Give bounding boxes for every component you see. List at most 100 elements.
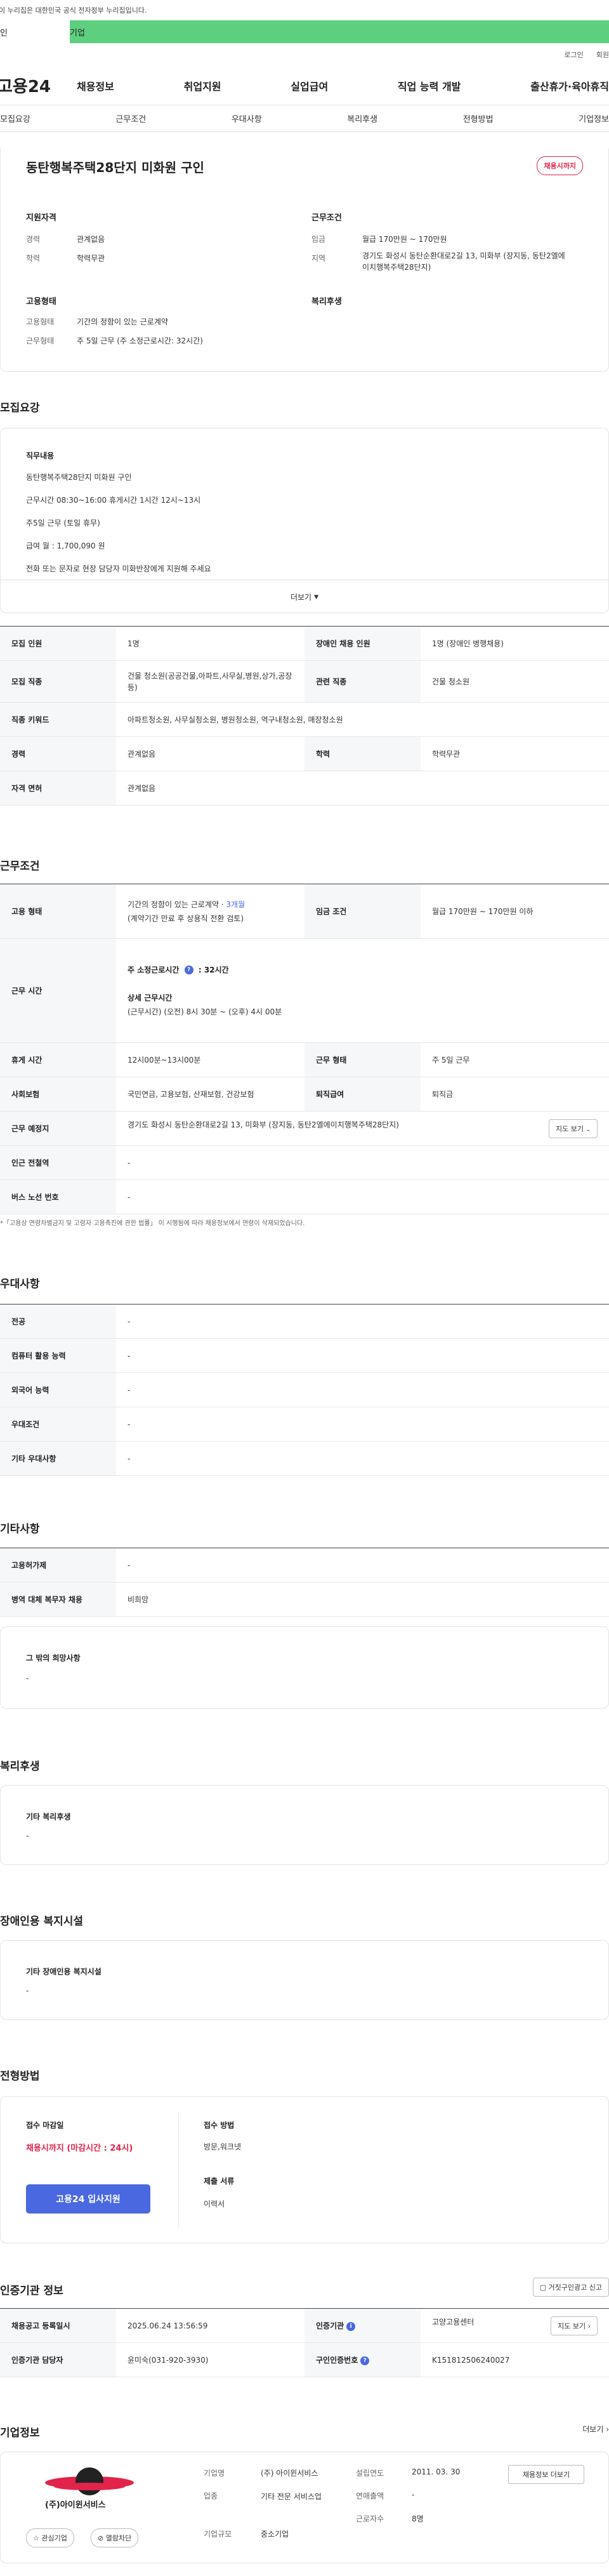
table-row: 외국어 능력 - — [0, 1372, 609, 1407]
etc-section-title: 기타사항 — [0, 1523, 40, 1536]
worktype-value: 주 5일 근무 (주 소정근로시간: 32시간) — [77, 336, 203, 345]
deadline-badge: 채용시까지 — [537, 156, 583, 175]
org-map-label: 지도 보기 — [558, 2321, 586, 2330]
tab-conditions[interactable]: 근무조건 — [115, 112, 146, 124]
table-header: 근무 형태 — [304, 1042, 421, 1077]
site-logo[interactable]: 고용24 — [0, 74, 77, 97]
gnb-item-employment-support[interactable]: 취업지원 — [184, 78, 221, 93]
duty-title: 직무내용 — [26, 451, 55, 460]
gov-banner-text: 이 누리집은 대한민국 공식 전자정부 누리집입니다. — [0, 6, 147, 15]
table-row: 모집 직종 건물 청소원(공공건물,아파트,사무실,병원,상가,공장 등) 관련… — [0, 660, 609, 703]
deadline-value: 채용시까지 (마감시간 : 24시) — [26, 2144, 133, 2153]
map-button[interactable]: 지도 보기 ⌄ — [548, 1119, 598, 1138]
service-tab-personal[interactable]: 인 — [0, 20, 70, 43]
method-title: 접수 방법 — [204, 2121, 235, 2130]
hours-detail: (근무시간) (오전) 8시 30분 ~ (오후) 4시 00분 — [128, 1007, 282, 1016]
qualification-title: 지원자격 — [26, 213, 56, 223]
table-cell: 주 소정근로시간 ? : 32시간 상세 근무시간 (근무시간) (오전) 8시… — [116, 938, 609, 1043]
etc-table: 고용허가제 - 병역 대체 복무자 채용 비희망 — [0, 1548, 609, 1617]
table-header: 병역 대체 복무자 채용 — [0, 1582, 116, 1617]
disability-box-value: - — [26, 1986, 29, 1995]
gnb-item-parental-leave[interactable]: 출산휴가·육아휴직 — [530, 78, 609, 93]
table-header: 사회보험 — [0, 1077, 116, 1112]
map-button-label: 지도 보기 — [555, 1124, 584, 1133]
table-cell: 주 5일 근무 — [421, 1042, 609, 1077]
table-header: 퇴직급여 — [304, 1077, 421, 1112]
service-switch-bar: 인 기업 — [0, 20, 609, 43]
welfare-summary-title: 복리후생 — [311, 297, 342, 307]
wage-label: 임금 — [311, 235, 326, 244]
table-cell: K151812506240027 — [421, 2342, 609, 2377]
star-icon: ☆ — [33, 2534, 39, 2542]
method-value: 방문,워크넷 — [204, 2142, 242, 2151]
table-row: 고용허가제 - — [0, 1548, 609, 1583]
table-cell: 국민연금, 고용보험, 산재보험, 건강보험 — [116, 1077, 304, 1112]
table-cell: 건물 청소원(공공건물,아파트,사무실,병원,상가,공장 등) — [116, 660, 304, 703]
hours-detail-title: 상세 근무시간 — [128, 993, 173, 1002]
company-more-link[interactable]: 더보기 › — [582, 2424, 609, 2434]
tab-company[interactable]: 기업정보 — [579, 112, 609, 124]
table-cell: - — [116, 1304, 609, 1339]
document-icon: ▢ — [539, 2283, 547, 2292]
service-tab-company[interactable]: 기업 — [70, 26, 85, 38]
other-wish-title: 그 밖의 희망사항 — [26, 1654, 81, 1663]
table-row: 휴게 시간 12시00분~13시00분 근무 형태 주 5일 근무 — [0, 1042, 609, 1077]
gnb-item-job-training[interactable]: 직업 능력 개발 — [398, 78, 461, 93]
table-cell: 퇴직금 — [421, 1077, 609, 1112]
company-size-label: 기업규모 — [204, 2530, 232, 2539]
table-header: 경력 — [0, 736, 116, 771]
table-cell: 비희망 — [116, 1582, 609, 1617]
gnb-item-jobs[interactable]: 채용정보 — [77, 78, 114, 93]
tab-recruit[interactable]: 모집요강 — [0, 112, 30, 124]
section-tabs: 모집요강 근무조건 우대사항 복리후생 전형방법 기업정보 — [0, 105, 609, 132]
table-row: 인근 전철역 - — [0, 1145, 609, 1180]
block-label: 열람차단 — [105, 2534, 132, 2542]
more-label: 더보기 — [290, 593, 312, 602]
table-cell: - — [116, 1145, 609, 1180]
company-section-title: 기업정보 — [0, 2427, 40, 2440]
table-header: 모집 직종 — [0, 660, 116, 703]
emp-type-note: (계약기간 만료 후 상용직 전환 검토) — [128, 913, 244, 923]
welfare-card: 기타 복리후생 - — [0, 1785, 609, 1865]
employment-type-title: 고용형태 — [26, 297, 56, 307]
duty-line: 근무시간 08:30~16:00 휴게시간 1시간 12시~13시 — [26, 496, 201, 505]
table-header: 인근 전철역 — [0, 1145, 116, 1180]
tab-welfare[interactable]: 복리후생 — [347, 112, 377, 124]
table-row: 인증기관 담당자 윤미숙(031-920-3930) 구인인증번호? K1518… — [0, 2342, 609, 2377]
login-link[interactable]: 로그인 — [564, 50, 583, 60]
table-row: 근무 시간 주 소정근로시간 ? : 32시간 상세 근무시간 (근무시간) (… — [0, 938, 609, 1043]
career-label: 경력 — [26, 235, 41, 244]
area-label: 지역 — [311, 254, 326, 263]
favorite-company-button[interactable]: ☆ 관심기업 — [26, 2528, 74, 2547]
info-icon[interactable]: i — [346, 2321, 356, 2331]
table-header: 인증기관 담당자 — [0, 2342, 116, 2377]
company-logo-text: (주)아이윈서비스 — [45, 2500, 106, 2510]
tab-selection[interactable]: 전형방법 — [463, 112, 494, 124]
apply-button[interactable]: 고용24 입사지원 — [26, 2184, 150, 2214]
table-row: 사회보험 국민연금, 고용보험, 산재보험, 건강보험 퇴직급여 퇴직금 — [0, 1077, 609, 1112]
tab-preference[interactable]: 우대사항 — [232, 112, 262, 124]
company-jobs-button[interactable]: 채용정보 더보기 — [508, 2465, 584, 2484]
info-icon[interactable]: ? — [184, 966, 193, 974]
staff-value: 8명 — [412, 2514, 424, 2523]
org-value: 고양고용센터 — [432, 2317, 475, 2327]
info-icon[interactable]: ? — [360, 2356, 370, 2365]
table-header: 인증기관 i — [304, 2308, 421, 2343]
staff-label: 근로자수 — [356, 2514, 384, 2523]
divider — [178, 2113, 179, 2227]
work-condition-title: 근무조건 — [311, 213, 342, 223]
revenue-value: - — [412, 2490, 415, 2499]
chevron-down-icon: ▼ — [314, 594, 319, 601]
more-button[interactable]: 더보기 ▼ — [1, 580, 608, 614]
duty-line: 급여 월 : 1,700,090 원 — [26, 541, 105, 550]
gnb-item-unemployment-benefit[interactable]: 실업급여 — [291, 78, 328, 93]
org-map-button[interactable]: 지도 보기 › — [551, 2316, 598, 2335]
industry-label: 업종 — [204, 2492, 218, 2500]
join-link[interactable]: 회원 — [596, 50, 609, 60]
block-view-button[interactable]: ⊘ 열람차단 — [91, 2528, 139, 2547]
report-label: 거짓구인광고 신고 — [548, 2283, 602, 2292]
table-header: 컴퓨터 활용 능력 — [0, 1338, 116, 1373]
report-fake-ad-button[interactable]: ▢ 거짓구인광고 신고 — [532, 2278, 609, 2297]
table-cell: 윤미숙(031-920-3930) — [116, 2342, 304, 2377]
table-header: 자격 면허 — [0, 771, 116, 806]
